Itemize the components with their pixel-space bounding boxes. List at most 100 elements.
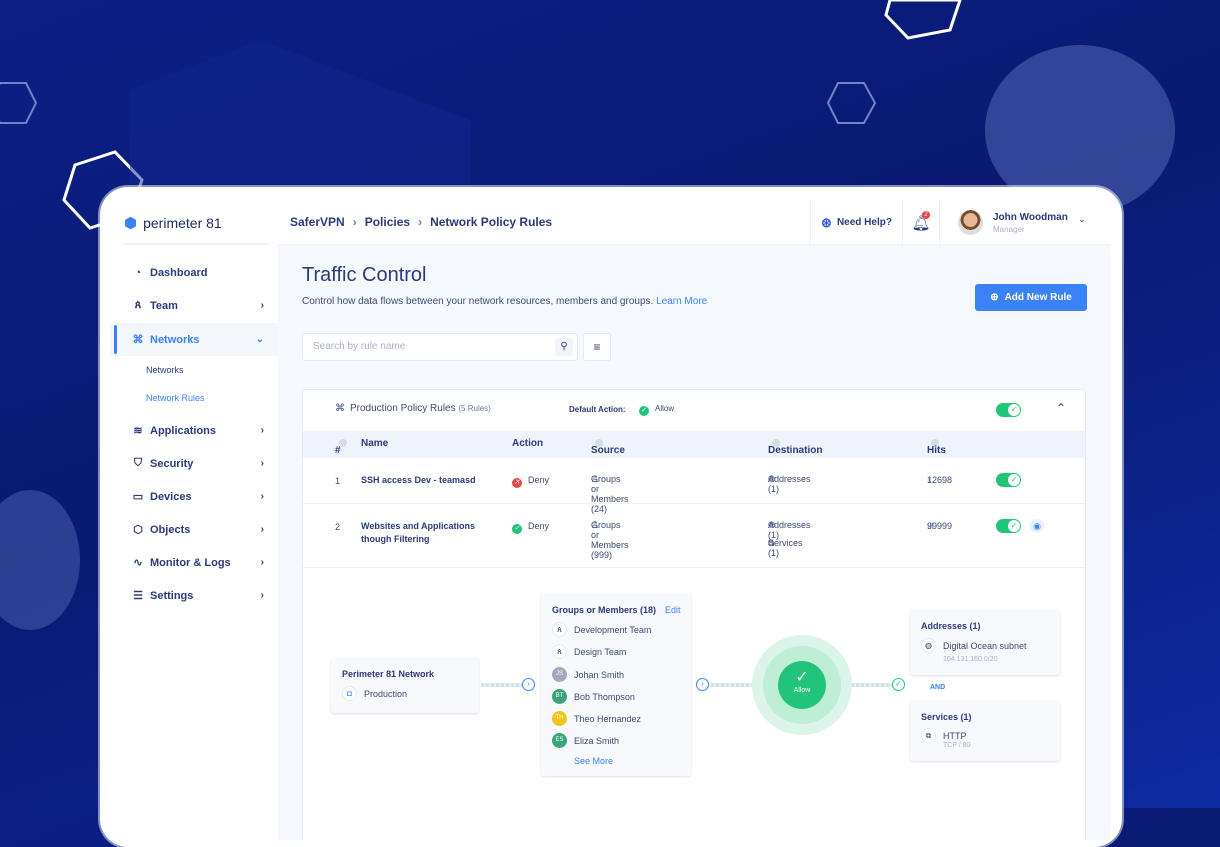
sidebar-item-devices[interactable]: ▭ Devices › bbox=[110, 480, 278, 513]
rule-toggle[interactable] bbox=[996, 473, 1021, 487]
policy-card: ⌘ Production Policy Rules (5 Rules) Defau… bbox=[302, 389, 1086, 840]
page-title: Traffic Control bbox=[302, 264, 427, 286]
member-name: Development Team bbox=[574, 624, 652, 635]
row-num: 1 bbox=[335, 476, 341, 486]
col-destination[interactable]: Destination bbox=[768, 438, 822, 456]
sidebar-item-monitor-logs[interactable]: ∿ Monitor & Logs › bbox=[110, 546, 278, 579]
check-circle-icon: ✓ bbox=[892, 678, 905, 691]
network-icon: ◘ bbox=[342, 686, 357, 701]
search-input[interactable]: Search by rule name ⚲ bbox=[302, 333, 578, 361]
members-title: Groups or Members (18) bbox=[552, 605, 657, 615]
avatar: TH bbox=[552, 711, 567, 726]
edit-members-link[interactable]: Edit bbox=[665, 605, 681, 615]
member-item: ጰ Development Team bbox=[552, 622, 651, 637]
eye-icon[interactable]: ◉ bbox=[1030, 519, 1044, 533]
sliders-icon: ☰ bbox=[133, 590, 143, 602]
sidebar-item-team[interactable]: ጰ Team › bbox=[110, 289, 278, 322]
default-action-text: Allow bbox=[655, 404, 675, 413]
avatar: ES bbox=[552, 733, 567, 748]
rule-name[interactable]: SSH access Dev - teamasd bbox=[361, 474, 476, 487]
col-name[interactable]: Name bbox=[361, 438, 388, 449]
rule-toggle[interactable] bbox=[996, 519, 1021, 533]
sidebar-item-dashboard[interactable]: ◔ Dashboard bbox=[110, 256, 278, 289]
logo: ⬢ perimeter 81 bbox=[124, 214, 222, 232]
row-num: 2 bbox=[335, 522, 341, 532]
subtitle-text: Control how data flows between your netw… bbox=[302, 296, 654, 307]
rule-name[interactable]: Websites and Applications though Filteri… bbox=[361, 520, 486, 546]
members-box: Groups or Members (18) Edit ጰ Development… bbox=[541, 593, 691, 776]
sidebar-item-label: Settings bbox=[150, 589, 194, 602]
service-name: HTTP bbox=[943, 730, 967, 741]
avatar[interactable] bbox=[958, 210, 983, 235]
sidebar-item-label: Dashboard bbox=[150, 266, 208, 279]
breadcrumb-safervpn[interactable]: SaferVPN bbox=[290, 215, 345, 229]
policy-count: (5 Rules) bbox=[458, 404, 491, 413]
layers-icon: ≋ bbox=[133, 425, 143, 437]
network-item-name: Production bbox=[364, 688, 408, 699]
user-role: Manager bbox=[993, 225, 1025, 234]
source-text: Groups or Members (999) bbox=[591, 520, 629, 560]
learn-more-link[interactable]: Learn More bbox=[656, 296, 707, 307]
action-text: Deny bbox=[528, 475, 550, 485]
sidebar-subitem-networks[interactable]: Networks bbox=[146, 365, 184, 375]
sidebar-item-networks[interactable]: ⌘ Networks ⌄ bbox=[110, 323, 278, 356]
member-item: JS Johan Smith bbox=[552, 667, 624, 682]
network-box: Perimeter 81 Network ◘ Production bbox=[331, 657, 479, 713]
filter-button[interactable]: ≡ bbox=[583, 333, 611, 361]
cube-icon: ⬡ bbox=[133, 524, 143, 536]
notification-badge: 2 bbox=[922, 211, 930, 219]
action-text: Deny bbox=[528, 521, 550, 531]
monitor-icon: ▭ bbox=[132, 491, 144, 503]
group-icon: ጰ bbox=[552, 644, 567, 659]
sidebar-item-security[interactable]: ⛉ Security › bbox=[110, 447, 278, 480]
chevron-right-icon: › bbox=[260, 557, 264, 568]
shield-icon: ⛉ bbox=[133, 457, 143, 469]
hits-text: 99999 bbox=[927, 521, 953, 531]
search-icon[interactable]: ⚲ bbox=[555, 338, 573, 356]
address-name: Digital Ocean subnet bbox=[943, 640, 1027, 651]
col-action[interactable]: Action bbox=[512, 438, 543, 449]
need-help-label: Need Help? bbox=[836, 217, 892, 228]
check-circle-icon: ✓ bbox=[639, 406, 649, 416]
breadcrumb-network-policy-rules: Network Policy Rules bbox=[430, 215, 553, 229]
page-subtitle: Control how data flows between your netw… bbox=[302, 296, 707, 307]
allow-label: Allow bbox=[793, 687, 811, 694]
sidebar-item-label: Applications bbox=[150, 424, 217, 437]
sidebar-item-objects[interactable]: ⬡ Objects › bbox=[110, 513, 278, 546]
rule-action: ✕ Deny bbox=[512, 475, 549, 488]
lifebuoy-icon: ⊛ bbox=[821, 214, 832, 230]
notifications-button[interactable]: 🔔︎ 2 bbox=[903, 200, 940, 245]
sidebar-subitem-network-rules[interactable]: Network Rules bbox=[146, 393, 205, 403]
services-icon: ⧉ bbox=[921, 728, 936, 743]
avatar: BT bbox=[552, 689, 567, 704]
table-row[interactable]: 1 SSH access Dev - teamasd ✕ Deny ♙ Groups… bbox=[303, 458, 1085, 514]
member-item: ጰ Design Team bbox=[552, 644, 626, 659]
addresses-box: Addresses (1) ◍ Digital Ocean subnet 104.… bbox=[910, 609, 1060, 675]
chevron-right-icon: › bbox=[522, 678, 535, 691]
default-action-value: ✓ Allow bbox=[639, 404, 674, 416]
see-more-link[interactable]: See More bbox=[574, 756, 613, 766]
policy-header[interactable]: ⌘ Production Policy Rules (5 Rules) Defau… bbox=[303, 390, 1085, 431]
sidebar-item-label: Security bbox=[150, 457, 194, 470]
chevron-down-icon[interactable]: ⌄ bbox=[1078, 214, 1086, 225]
user-name[interactable]: John Woodman bbox=[993, 212, 1068, 223]
member-name: Johan Smith bbox=[574, 669, 625, 680]
device-frame: ⬢ perimeter 81 ◔ Dashboard ጰ Team › ⌘ Network… bbox=[100, 187, 1122, 847]
chevron-up-icon[interactable]: ⌃ bbox=[1056, 401, 1066, 415]
member-item: ES Eliza Smith bbox=[552, 733, 619, 748]
member-name: Bob Thompson bbox=[574, 691, 635, 702]
sidebar-item-label: Team bbox=[150, 299, 178, 312]
need-help-button[interactable]: ⊛ Need Help? bbox=[810, 200, 903, 245]
policy-toggle[interactable] bbox=[996, 403, 1021, 417]
sidebar-item-settings[interactable]: ☰ Settings › bbox=[110, 579, 278, 612]
col-source[interactable]: Source bbox=[591, 438, 625, 456]
col-hits[interactable]: Hits bbox=[927, 438, 946, 456]
breadcrumb-policies[interactable]: Policies bbox=[365, 215, 410, 229]
services-title: Services (1) bbox=[921, 712, 972, 722]
rule-action: ✓ Deny bbox=[512, 521, 549, 534]
table-row[interactable]: 2 Websites and Applications though Filte… bbox=[303, 504, 1085, 568]
add-new-rule-button[interactable]: ⊕ Add New Rule bbox=[975, 284, 1087, 311]
avatar: JS bbox=[552, 667, 567, 682]
add-new-rule-label: Add New Rule bbox=[1004, 292, 1072, 303]
sidebar-item-applications[interactable]: ≋ Applications › bbox=[110, 414, 278, 447]
